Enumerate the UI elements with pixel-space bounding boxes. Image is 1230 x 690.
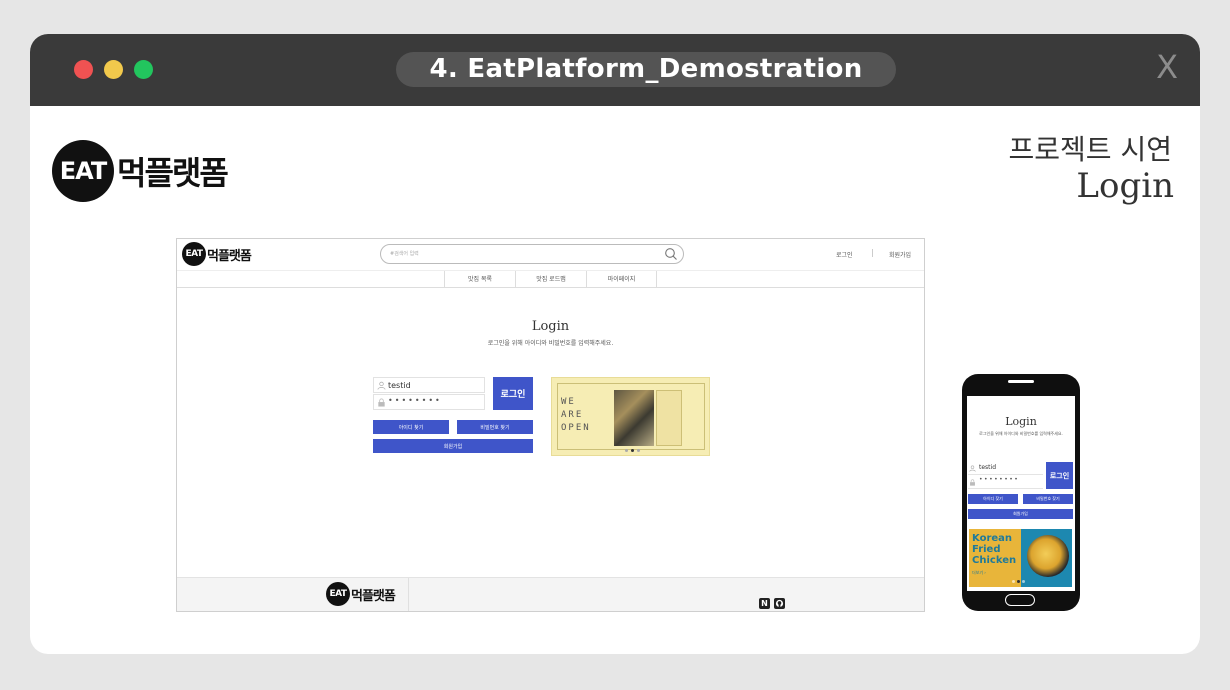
mobile-find-id-button[interactable]: 아이디 찾기	[968, 494, 1018, 504]
user-icon	[377, 381, 386, 390]
github-icon[interactable]	[774, 598, 785, 609]
phone-home-button[interactable]	[1005, 594, 1035, 606]
brand-name: 먹플랫폼	[117, 154, 229, 192]
banner-line-we: WE	[561, 397, 576, 407]
brand-logo: EAT 먹플랫폼	[52, 140, 229, 202]
banner-line-korean: Korean	[972, 533, 1013, 544]
banner-menu-card	[656, 390, 682, 446]
banner-line-chicken: Chicken	[972, 555, 1017, 566]
find-password-button[interactable]: 비밀번호 찾기	[457, 420, 533, 434]
mobile-id-field[interactable]: testid	[968, 462, 1043, 475]
password-mask: ••••••••	[388, 396, 442, 405]
lock-icon	[970, 479, 975, 486]
site-logo-name: 먹플랫폼	[207, 248, 252, 264]
banner-dot[interactable]	[637, 449, 640, 452]
banner-dot-active[interactable]	[1017, 580, 1020, 583]
id-field[interactable]: testid	[373, 377, 485, 393]
site-header: EAT 먹플랫폼 #검색어 입력 로그인 회원가입	[177, 239, 924, 271]
login-button[interactable]: 로그인	[493, 377, 533, 410]
menu-mypage[interactable]: 마이페이지	[586, 271, 657, 288]
promo-banner[interactable]: WE ARE OPEN	[551, 377, 710, 456]
mobile-screen: Login 로그인을 위해 아이디와 비밀번호를 입력해주세요. testid …	[967, 396, 1075, 591]
footer-logo: EAT 먹플랫폼	[326, 582, 396, 606]
mobile-password-field[interactable]: ••••••••	[968, 476, 1043, 489]
close-button[interactable]: X	[1156, 48, 1178, 86]
notion-icon[interactable]: N	[759, 598, 770, 609]
banner-dot[interactable]	[1012, 580, 1015, 583]
banner-dot[interactable]	[1022, 580, 1025, 583]
banner-dot-active[interactable]	[631, 449, 634, 452]
search-icon[interactable]	[664, 247, 678, 261]
mobile-find-password-button[interactable]: 비밀번호 찾기	[1023, 494, 1073, 504]
mobile-id-value: testid	[979, 464, 996, 471]
login-subtitle: 로그인을 위해 아이디와 비밀번호를 입력해주세요.	[487, 340, 614, 347]
footer-divider	[408, 578, 409, 611]
signup-button[interactable]: 회원가입	[373, 439, 533, 453]
mobile-login-button[interactable]: 로그인	[1046, 462, 1073, 489]
menu-restaurant-roadmap[interactable]: 맛집 로드맵	[515, 271, 586, 288]
login-title: Login	[531, 319, 570, 334]
footer-logo-badge: EAT	[326, 582, 350, 606]
mobile-login-subtitle: 로그인을 위해 아이디와 비밀번호를 입력해주세요.	[979, 431, 1063, 436]
banner-line-are: ARE	[561, 410, 584, 420]
presentation-window: 4. EatPlatform_Demostration X EAT 먹플랫폼 프…	[30, 34, 1200, 654]
mobile-banner-text: Korean Fried Chicken	[972, 533, 1016, 566]
demo-subtitle: 프로젝트 시연	[1008, 133, 1172, 166]
mobile-password-mask: ••••••••	[979, 476, 1020, 483]
footer-logo-name: 먹플랫폼	[351, 588, 396, 604]
demo-title: Login	[1076, 166, 1174, 206]
github-glyph	[775, 599, 784, 608]
mobile-login-title: Login	[1005, 415, 1037, 428]
banner-dot[interactable]	[625, 449, 628, 452]
window-title: 4. EatPlatform_Demostration	[396, 52, 896, 87]
lock-icon	[378, 398, 385, 407]
site-logo[interactable]: EAT 먹플랫폼	[182, 242, 252, 266]
banner-line-fried: Fried	[972, 544, 1001, 555]
banner-line-open: OPEN	[561, 423, 591, 433]
minimize-traffic-light[interactable]	[104, 60, 123, 79]
nav-signup-link[interactable]: 회원가입	[889, 250, 911, 259]
mobile-banner-chicken-plate	[1027, 535, 1069, 577]
banner-photo	[614, 390, 654, 446]
desktop-mockup: EAT 먹플랫폼 #검색어 입력 로그인 회원가입 맛집 목록 맛집 로드맵 마…	[176, 238, 925, 612]
mobile-promo-banner[interactable]: Korean Fried Chicken 더보기 ›	[969, 529, 1072, 587]
close-traffic-light[interactable]	[74, 60, 93, 79]
phone-speaker	[1008, 380, 1034, 383]
search-input[interactable]: #검색어 입력	[380, 244, 684, 264]
banner-pagination[interactable]	[625, 449, 640, 452]
user-icon	[969, 465, 976, 472]
menu-restaurant-list[interactable]: 맛집 목록	[444, 271, 515, 288]
window-titlebar: 4. EatPlatform_Demostration X	[30, 34, 1200, 106]
password-field[interactable]: ••••••••	[373, 394, 485, 410]
site-footer: EAT 먹플랫폼 N	[177, 577, 924, 611]
nav-divider	[872, 249, 873, 257]
mobile-banner-pagination[interactable]	[1012, 580, 1025, 583]
find-id-button[interactable]: 아이디 찾기	[373, 420, 449, 434]
banner-text: WE ARE OPEN	[561, 396, 591, 435]
main-menu: 맛집 목록 맛집 로드맵 마이페이지	[177, 271, 924, 288]
search-placeholder: #검색어 입력	[390, 251, 419, 257]
mobile-mockup: Login 로그인을 위해 아이디와 비밀번호를 입력해주세요. testid …	[962, 374, 1080, 611]
id-value: testid	[388, 381, 411, 390]
maximize-traffic-light[interactable]	[134, 60, 153, 79]
mobile-signup-button[interactable]: 회원가입	[968, 509, 1073, 519]
eat-badge: EAT	[52, 140, 114, 202]
nav-login-link[interactable]: 로그인	[836, 250, 853, 259]
site-logo-badge: EAT	[182, 242, 206, 266]
mobile-banner-more[interactable]: 더보기 ›	[972, 570, 986, 576]
